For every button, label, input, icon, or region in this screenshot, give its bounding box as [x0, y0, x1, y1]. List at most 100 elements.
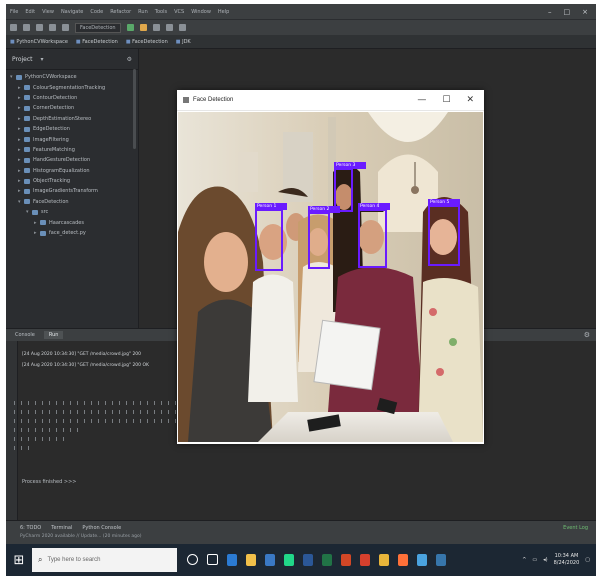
project-panel: Project ▾ ⚙ ▾ PythonCVWorkspace ▸ ColourSeg… — [6, 49, 139, 328]
tree-item[interactable]: ▸ CornerDetection — [6, 103, 138, 113]
pycharm-icon[interactable] — [284, 554, 294, 566]
store-icon[interactable] — [265, 554, 275, 566]
search-input[interactable]: Type here to search — [47, 557, 100, 563]
stop-icon[interactable] — [152, 24, 160, 31]
firefox-icon[interactable] — [398, 554, 408, 566]
console-line: [24 Aug 2020 10:34:30] "GET /media/crowd… — [22, 352, 142, 357]
acrobat-icon[interactable] — [360, 554, 370, 566]
vertical-scrollbar[interactable] — [133, 69, 136, 149]
gear-icon[interactable]: ⚙ — [127, 56, 132, 63]
tree-item[interactable]: ▸ Haarcascades — [6, 217, 138, 227]
windows-start-icon[interactable]: ⊞ — [6, 544, 32, 576]
menu-item-edit[interactable]: Edit — [25, 9, 35, 15]
folder-icon — [40, 220, 46, 226]
tree-item[interactable]: ▾ PythonCVWorkspace — [6, 72, 138, 82]
tree-item[interactable]: ▸ ContourDetection — [6, 93, 138, 103]
status-bar: 6: TODO Terminal Python Console Event Lo… — [6, 520, 596, 544]
tab-run[interactable]: Run — [43, 331, 64, 339]
folder-icon — [40, 230, 46, 236]
cortana-icon[interactable] — [187, 554, 198, 565]
tree-item[interactable]: ▸ ObjectTracking — [6, 176, 138, 186]
word-icon[interactable] — [303, 554, 313, 566]
breadcrumb-item[interactable]: FaceDetection — [126, 39, 168, 45]
menu-item-view[interactable]: View — [42, 9, 54, 15]
minimize-button[interactable]: — — [417, 95, 426, 105]
clock[interactable]: 10:34 AM 8/24/2020 — [554, 553, 580, 567]
tree-item[interactable]: ▸ face_detect.py — [6, 228, 138, 238]
tree-item-label: ContourDetection — [33, 94, 78, 101]
status-tab-todo[interactable]: 6: TODO — [20, 525, 41, 531]
taskbar-search[interactable]: ⌕ Type here to search — [32, 548, 177, 572]
system-tray: ^ ▭ ◂) 10:34 AM 8/24/2020 ▢ — [522, 553, 596, 567]
menu-item-tools[interactable]: Tools — [155, 9, 167, 15]
tree-item[interactable]: ▸ HandGestureDetection — [6, 155, 138, 165]
close-icon[interactable]: × — [582, 8, 588, 16]
tree-item[interactable]: ▸ ColourSegmentationTracking — [6, 82, 138, 92]
chevron-down-icon[interactable]: ▾ — [41, 56, 44, 63]
tree-item-label: FaceDetection — [33, 198, 69, 205]
volume-icon[interactable]: ◂) — [543, 557, 547, 563]
tree-item[interactable]: ▾ FaceDetection — [6, 197, 138, 207]
network-icon[interactable]: ▭ — [532, 557, 537, 563]
tree-item[interactable]: ▸ FeatureMatching — [6, 145, 138, 155]
back-icon[interactable] — [49, 24, 56, 31]
maximize-icon[interactable]: □ — [564, 8, 571, 16]
face-detection-window: Face Detection — ☐ ✕ Person 1 Person 2 P… — [177, 90, 484, 444]
open-icon[interactable] — [10, 24, 17, 31]
search-icon[interactable] — [178, 24, 186, 31]
edge-icon[interactable] — [227, 554, 237, 566]
breadcrumb-item[interactable]: FaceDetection — [76, 39, 118, 45]
menu-item-vcs[interactable]: VCS — [174, 9, 184, 15]
run-config-select[interactable]: FaceDetection — [75, 22, 121, 33]
excel-icon[interactable] — [322, 554, 332, 566]
tree-item-label: face_detect.py — [49, 230, 86, 237]
minimize-icon[interactable]: – — [548, 8, 552, 16]
menu-item-help[interactable]: Help — [218, 9, 229, 15]
face-box: Person 1 — [255, 203, 287, 271]
maximize-button[interactable]: ☐ — [442, 95, 450, 105]
tree-item[interactable]: ▸ DepthEstimationStereo — [6, 114, 138, 124]
menu-item-run[interactable]: Run — [138, 9, 148, 15]
menu-item-refactor[interactable]: Refactor — [110, 9, 131, 15]
save-icon[interactable] — [23, 24, 30, 31]
build-icon[interactable] — [165, 24, 173, 31]
tree-item[interactable]: ▸ EdgeDetection — [6, 124, 138, 134]
project-panel-title[interactable]: Project — [12, 56, 33, 63]
refresh-icon[interactable] — [36, 24, 43, 31]
breadcrumb-item[interactable]: PythonCVWorkspace — [10, 39, 68, 45]
close-button[interactable]: ✕ — [466, 95, 474, 105]
group-photo — [178, 112, 483, 442]
window-titlebar[interactable]: Face Detection — ☐ ✕ — [177, 90, 484, 111]
menu-item-navigate[interactable]: Navigate — [61, 9, 83, 15]
notification-icon[interactable]: ▢ — [585, 557, 590, 563]
tab-console[interactable]: Console — [10, 331, 40, 339]
event-log-button[interactable]: Event Log — [563, 525, 588, 531]
tree-item[interactable]: ▸ ImageGradientsTransform — [6, 186, 138, 196]
tree-item-label: ImageFiltering — [33, 136, 69, 143]
powerpoint-icon[interactable] — [341, 554, 351, 566]
python-icon[interactable] — [436, 554, 446, 566]
tree-item[interactable]: ▸ HistogramEqualization — [6, 166, 138, 176]
breadcrumb: PythonCVWorkspace FaceDetection FaceDetect… — [6, 35, 596, 49]
run-icon[interactable] — [126, 24, 134, 31]
menu-item-file[interactable]: File — [10, 9, 18, 15]
face-box: Person 5 — [428, 199, 460, 266]
notepad-icon[interactable] — [417, 554, 427, 566]
file-explorer-icon[interactable] — [246, 554, 256, 566]
debug-icon[interactable] — [139, 24, 147, 31]
console-prompt[interactable]: Process finished >>> — [22, 479, 76, 485]
task-view-icon[interactable] — [207, 554, 218, 565]
gear-icon[interactable]: ⚙ — [584, 331, 590, 339]
face-label: Person 4 — [358, 203, 390, 210]
tree-item[interactable]: ▸ ImageFiltering — [6, 134, 138, 144]
chevron-up-icon[interactable]: ^ — [522, 557, 526, 563]
chrome-icon[interactable] — [379, 554, 389, 566]
folder-icon — [16, 74, 22, 80]
status-tab-python-console[interactable]: Python Console — [82, 525, 121, 531]
menu-item-window[interactable]: Window — [191, 9, 211, 15]
tree-item[interactable]: ▾ src — [6, 207, 138, 217]
breadcrumb-item[interactable]: JDK — [176, 39, 191, 45]
status-tab-terminal[interactable]: Terminal — [51, 525, 72, 531]
menu-item-code[interactable]: Code — [90, 9, 103, 15]
forward-icon[interactable] — [62, 24, 69, 31]
